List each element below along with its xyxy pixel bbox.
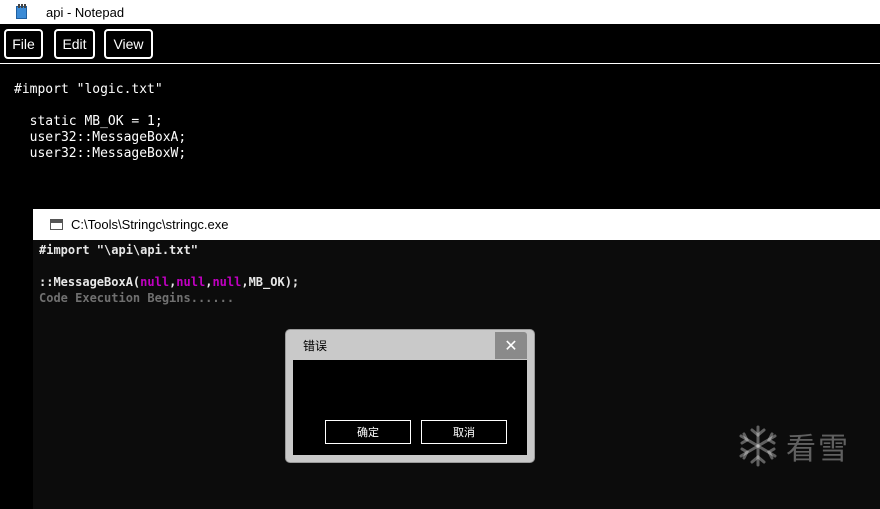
watermark-text: 看雪 — [786, 432, 850, 467]
notepad-titlebar[interactable]: api - Notepad — [0, 0, 880, 24]
notepad-app-icon — [16, 4, 28, 20]
editor-text-area[interactable]: #import "logic.txt" static MB_OK = 1; us… — [0, 65, 880, 205]
console-line: #import "\api\api.txt" — [39, 243, 198, 257]
menu-view[interactable]: View — [104, 29, 153, 59]
dialog-title: 错误 — [303, 339, 328, 353]
error-dialog[interactable]: 错误 ✕ 确定 取消 — [286, 330, 534, 462]
code-line: static MB_OK = 1; — [14, 114, 163, 129]
dialog-content: 确定 取消 — [293, 360, 527, 455]
menu-bar: File Edit View — [0, 24, 880, 64]
window-title: api - Notepad — [46, 4, 125, 20]
snowflake-icon — [739, 425, 777, 467]
console-line: ::MessageBoxA(null,null,null,MB_OK); — [39, 275, 300, 289]
console-titlebar[interactable]: C:\Tools\Stringc\stringc.exe — [33, 209, 880, 240]
code-line: user32::MessageBoxA; — [14, 130, 187, 145]
close-icon[interactable]: ✕ — [495, 332, 527, 359]
cancel-button[interactable]: 取消 — [421, 420, 507, 444]
console-app-icon — [50, 219, 63, 230]
menu-edit[interactable]: Edit — [54, 29, 95, 59]
menu-file[interactable]: File — [4, 29, 43, 59]
code-line: user32::MessageBoxW; — [14, 146, 187, 161]
watermark: 看雪 — [736, 422, 850, 470]
console-title: C:\Tools\Stringc\stringc.exe — [71, 217, 229, 232]
ok-button[interactable]: 确定 — [325, 420, 411, 444]
console-status-line: Code Execution Begins...... — [39, 291, 235, 305]
code-line: #import "logic.txt" — [14, 82, 163, 97]
